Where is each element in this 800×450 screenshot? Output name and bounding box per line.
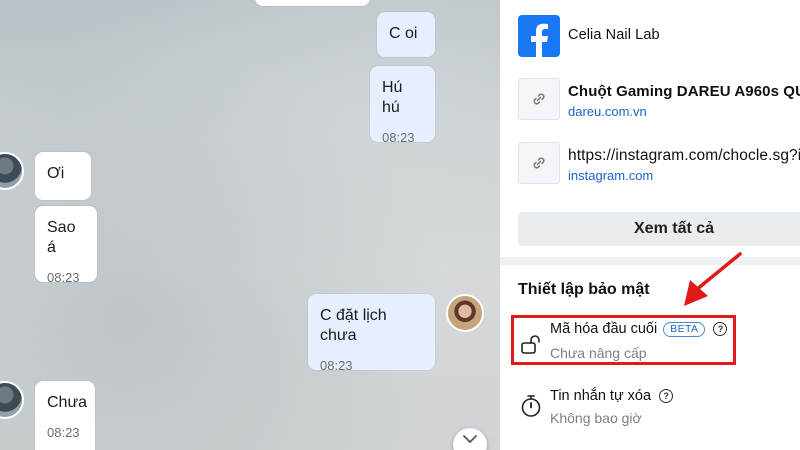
message-text: Sao á (47, 219, 76, 256)
message-text: Ơi (47, 165, 65, 182)
link-title: Celia Nail Lab (568, 27, 660, 43)
message-bubble[interactable]: C đặt lịch chưa 08:23 (308, 294, 435, 373)
see-all-button[interactable]: Xem tất cả (518, 212, 800, 246)
link-title: https://instagram.com/chocle.sg?ig (568, 147, 800, 164)
auto-delete-setting[interactable]: Tin nhắn tự xóa? Không bao giờ (500, 386, 800, 432)
contact-avatar[interactable] (0, 381, 24, 419)
message-time: 08:23 (320, 358, 353, 373)
message-text: C đặt lịch chưa (320, 307, 387, 344)
security-section-title: Thiết lập bảo mật (518, 281, 650, 298)
conversation-info-panel: Celia Nail Lab Chuột Gaming DAREU A960s … (500, 0, 800, 450)
message-bubble[interactable]: C oi (377, 12, 435, 57)
stopwatch-icon (521, 395, 541, 417)
section-divider (500, 257, 800, 265)
message-text: C oi (389, 25, 418, 42)
link-title: Chuột Gaming DAREU A960s QUEEN (568, 83, 800, 100)
link-icon (518, 142, 560, 184)
message-bubble[interactable]: Sao á 08:23 (35, 206, 97, 285)
auto-delete-title: Tin nhắn tự xóa (550, 388, 652, 404)
annotation-arrow-icon (684, 252, 742, 306)
shared-link-item[interactable]: Chuột Gaming DAREU A960s QUEEN dareu.com… (518, 78, 800, 128)
message-bubble[interactable]: Ơi (35, 152, 91, 200)
message-time: 08:23 (47, 270, 80, 285)
message-time: 08:23 (47, 425, 80, 440)
my-avatar[interactable] (446, 294, 484, 332)
message-bubble[interactable]: Hú hú 08:23 (370, 66, 435, 145)
shared-link-item[interactable]: https://instagram.com/chocle.sg?ig insta… (518, 142, 800, 192)
contact-avatar[interactable] (0, 152, 24, 190)
chat-pane[interactable]: C oi Hú hú 08:23 Ơi Sao á 08:23 C đặt lị… (0, 0, 500, 450)
chevron-down-icon (463, 435, 477, 444)
message-bubble[interactable]: Chưa 08:23 (35, 381, 95, 450)
link-icon (518, 78, 560, 120)
scroll-to-bottom-button[interactable] (453, 428, 487, 450)
auto-delete-status: Không bao giờ (550, 410, 642, 426)
facebook-icon (518, 15, 560, 57)
message-time: 08:23 (382, 130, 415, 145)
shared-link-item[interactable]: Celia Nail Lab (518, 15, 800, 65)
annotation-highlight-box (511, 315, 736, 365)
help-icon[interactable]: ? (659, 389, 674, 403)
message-text: Chưa (47, 394, 88, 411)
message-text: Hú hú (382, 79, 403, 116)
link-domain: dareu.com.vn (568, 104, 647, 119)
link-domain: instagram.com (568, 168, 654, 183)
message-bubble-clipped (255, 0, 370, 6)
